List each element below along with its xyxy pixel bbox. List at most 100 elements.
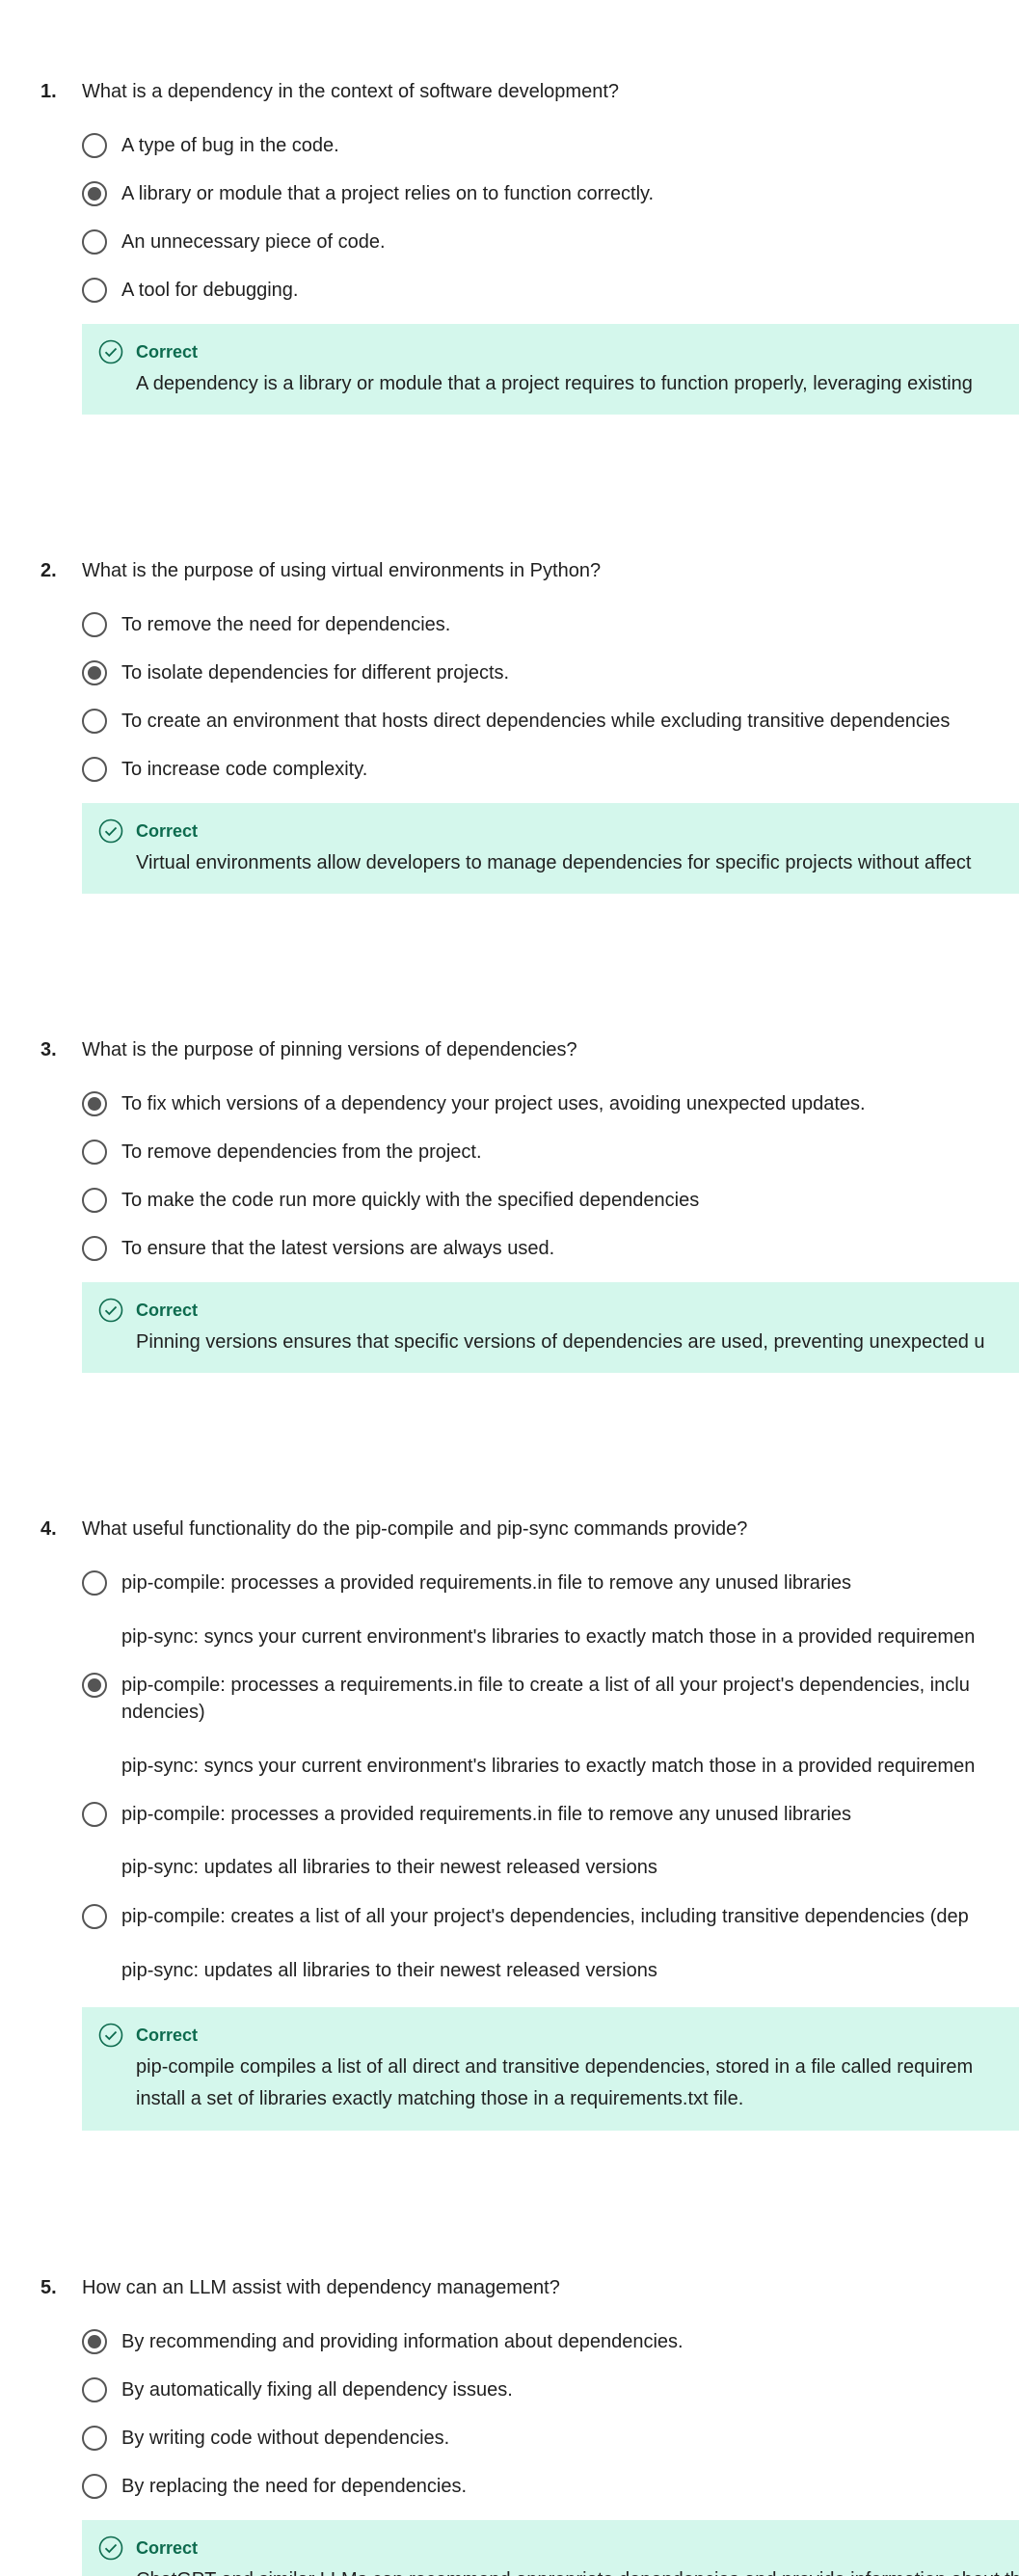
radio-button[interactable]	[82, 1802, 107, 1827]
radio-button-selected[interactable]	[82, 181, 107, 206]
radio-button[interactable]	[82, 133, 107, 158]
answer-option[interactable]: To increase code complexity.	[82, 756, 1019, 794]
feedback-text: A dependency is a library or module that…	[136, 373, 973, 394]
question-text: How can an LLM assist with dependency ma…	[82, 2277, 560, 2298]
feedback-box: Correct pip-compile compiles a list of a…	[82, 2007, 1019, 2131]
question-header: 3. What is the purpose of pinning version…	[40, 1036, 577, 1063]
radio-button[interactable]	[82, 1188, 107, 1213]
option-label: By writing code without dependencies.	[121, 2428, 450, 2449]
answer-option[interactable]: pip-compile: processes a requirements.in…	[82, 1672, 1019, 1730]
feedback-text: pip-compile compiles a list of all direc…	[136, 2056, 974, 2078]
option-label: To isolate dependencies for different pr…	[121, 662, 510, 684]
question-number: 2.	[40, 560, 57, 581]
answer-option[interactable]: A type of bug in the code.	[82, 132, 1019, 171]
feedback-box: Correct A dependency is a library or mod…	[82, 324, 1019, 415]
radio-button[interactable]	[82, 229, 107, 255]
question-header: 2. What is the purpose of using virtual e…	[40, 557, 601, 584]
feedback-status: Correct	[136, 1301, 199, 1320]
answer-option[interactable]: To isolate dependencies for different pr…	[82, 659, 1019, 698]
answer-option[interactable]: By automatically fixing all dependency i…	[82, 2376, 1019, 2415]
feedback-status: Correct	[136, 342, 199, 362]
answer-option[interactable]: By replacing the need for dependencies.	[82, 2473, 1019, 2511]
radio-button[interactable]	[82, 709, 107, 734]
answer-option[interactable]: To make the code run more quickly with t…	[82, 1187, 1019, 1225]
feedback-box: Correct ChatGPT and similar LLMs can rec…	[82, 2520, 1019, 2576]
option-label: To remove the need for dependencies.	[121, 614, 451, 635]
option-label: pip-compile: processes a provided requir…	[121, 1572, 852, 1594]
question-header: 5. How can an LLM assist with dependency …	[40, 2274, 560, 2301]
answer-option[interactable]: To remove dependencies from the project.	[82, 1139, 1019, 1177]
answer-option[interactable]: pip-compile: processes a provided requir…	[82, 1801, 1019, 1839]
radio-button[interactable]	[82, 612, 107, 637]
answer-option[interactable]: pip-compile: processes a provided requir…	[82, 1570, 1019, 1608]
option-label: A type of bug in the code.	[121, 135, 339, 156]
option-label: pip-compile: processes a requirements.in…	[121, 1675, 970, 1696]
question-header: 1. What is a dependency in the context of…	[40, 78, 619, 105]
option-label: To ensure that the latest versions are a…	[121, 1238, 555, 1259]
radio-button-selected[interactable]	[82, 1673, 107, 1698]
radio-button[interactable]	[82, 1236, 107, 1261]
answer-option[interactable]: By recommending and providing informatio…	[82, 2328, 1019, 2367]
feedback-box: Correct Pinning versions ensures that sp…	[82, 1282, 1019, 1373]
question-number: 3.	[40, 1039, 57, 1060]
radio-button[interactable]	[82, 2474, 107, 2499]
question-2: 2. What is the purpose of using virtual e…	[0, 557, 1019, 904]
question-number: 4.	[40, 1518, 57, 1540]
option-label: To increase code complexity.	[121, 759, 368, 780]
option-label: To fix which versions of a dependency yo…	[121, 1093, 866, 1114]
radio-button[interactable]	[82, 2377, 107, 2402]
answer-option[interactable]: pip-compile: creates a list of all your …	[82, 1903, 1019, 1942]
answer-option[interactable]: To remove the need for dependencies.	[82, 611, 1019, 650]
question-5: 5. How can an LLM assist with dependency …	[0, 2274, 1019, 2576]
check-circle-icon	[98, 1298, 123, 1323]
question-1: 1. What is a dependency in the context of…	[0, 78, 1019, 425]
question-number: 1.	[40, 81, 57, 102]
option-label: A tool for debugging.	[121, 280, 299, 301]
question-text: What is the purpose of pinning versions …	[82, 1039, 577, 1060]
radio-button[interactable]	[82, 1140, 107, 1165]
option-label: To remove dependencies from the project.	[121, 1141, 482, 1163]
feedback-text: Virtual environments allow developers to…	[136, 852, 972, 873]
question-text: What is the purpose of using virtual env…	[82, 560, 602, 581]
option-sub-line: pip-sync: updates all libraries to their…	[121, 1960, 657, 1981]
answer-option[interactable]: A library or module that a project relie…	[82, 180, 1019, 219]
answer-option[interactable]: An unnecessary piece of code.	[82, 228, 1019, 267]
answer-option[interactable]: A tool for debugging.	[82, 277, 1019, 315]
option-label: To create an environment that hosts dire…	[121, 711, 951, 732]
option-sub-line: pip-sync: syncs your current environment…	[121, 1626, 976, 1648]
question-text: What is a dependency in the context of s…	[82, 81, 620, 102]
question-text: What useful functionality do the pip-com…	[82, 1518, 748, 1540]
answer-option[interactable]: To fix which versions of a dependency yo…	[82, 1090, 1019, 1129]
feedback-text: Pinning versions ensures that specific v…	[136, 1331, 985, 1353]
check-circle-icon	[98, 2023, 123, 2048]
answer-option[interactable]: To create an environment that hosts dire…	[82, 708, 1019, 746]
radio-button[interactable]	[82, 278, 107, 303]
option-label: By recommending and providing informatio…	[121, 2331, 684, 2352]
feedback-status: Correct	[136, 821, 199, 841]
radio-button-selected[interactable]	[82, 1091, 107, 1116]
option-label: An unnecessary piece of code.	[121, 231, 386, 253]
option-label: pip-compile: processes a provided requir…	[121, 1804, 852, 1825]
radio-button-selected[interactable]	[82, 660, 107, 685]
radio-button[interactable]	[82, 1570, 107, 1596]
question-header: 4. What useful functionality do the pip-c…	[40, 1516, 747, 1543]
feedback-text-line2: install a set of libraries exactly match…	[136, 2088, 744, 2109]
option-sub-line: pip-sync: updates all libraries to their…	[121, 1857, 657, 1878]
option-label: pip-compile: creates a list of all your …	[121, 1906, 969, 1927]
option-label-wrap: ndencies)	[121, 1702, 205, 1723]
question-4: 4. What useful functionality do the pip-c…	[0, 1516, 1019, 2142]
answer-option[interactable]: To ensure that the latest versions are a…	[82, 1235, 1019, 1274]
option-label: To make the code run more quickly with t…	[121, 1190, 700, 1211]
radio-button[interactable]	[82, 2426, 107, 2451]
radio-button[interactable]	[82, 757, 107, 782]
check-circle-icon	[98, 339, 123, 364]
check-circle-icon	[98, 2536, 123, 2561]
radio-button-selected[interactable]	[82, 2329, 107, 2354]
radio-button[interactable]	[82, 1904, 107, 1929]
feedback-box: Correct Virtual environments allow devel…	[82, 803, 1019, 894]
option-sub-line: pip-sync: syncs your current environment…	[121, 1756, 976, 1777]
feedback-status: Correct	[136, 2538, 199, 2558]
feedback-status: Correct	[136, 2026, 199, 2045]
answer-option[interactable]: By writing code without dependencies.	[82, 2425, 1019, 2463]
option-label: By automatically fixing all dependency i…	[121, 2379, 513, 2401]
